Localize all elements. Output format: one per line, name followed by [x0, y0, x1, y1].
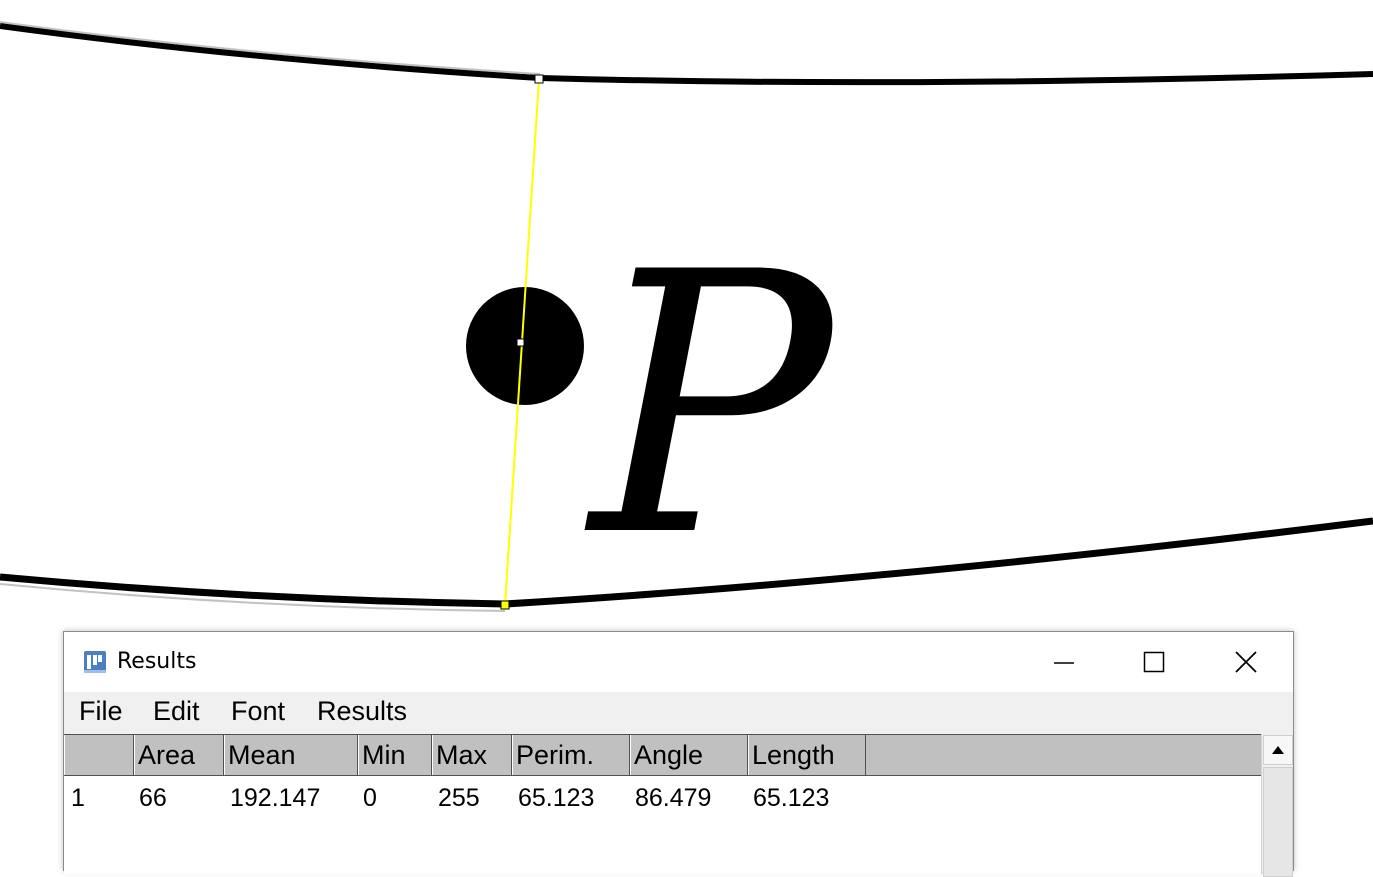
menu-results[interactable]: Results [317, 696, 407, 727]
line-handle-mid[interactable] [516, 338, 525, 347]
menu-edit[interactable]: Edit [153, 696, 200, 727]
window-title: Results [117, 649, 197, 674]
cell-min: 0 [363, 784, 377, 812]
menu-file[interactable]: File [79, 696, 123, 727]
upper-curve [0, 23, 1373, 86]
cell-index: 1 [71, 784, 85, 812]
column-header-index[interactable] [64, 735, 134, 775]
arrow-up-icon [1272, 746, 1284, 754]
close-button[interactable] [1206, 632, 1286, 692]
cell-perim: 65.123 [518, 784, 595, 812]
cell-length: 65.123 [753, 784, 830, 812]
column-header-length[interactable]: Length [748, 735, 866, 775]
results-window: Results File Edit Font Results Area Mean… [63, 631, 1294, 877]
imagej-icon [84, 651, 106, 673]
menu-font[interactable]: Font [231, 696, 285, 727]
column-header-perim[interactable]: Perim. [512, 735, 630, 775]
cell-mean: 192.147 [230, 784, 321, 812]
minimize-button[interactable] [1024, 632, 1104, 692]
column-header-area[interactable]: Area [134, 735, 224, 775]
cell-angle: 86.479 [635, 784, 712, 812]
minimize-icon [1054, 662, 1074, 664]
title-bar[interactable]: Results [64, 632, 1293, 692]
menu-bar: File Edit Font Results [64, 692, 1293, 734]
letter-p: P [584, 196, 837, 615]
cell-max: 255 [438, 784, 480, 812]
results-table[interactable]: Area Mean Min Max Perim. Angle Length 1 … [64, 734, 1261, 874]
scroll-up-button[interactable] [1263, 735, 1293, 765]
maximize-icon [1143, 651, 1165, 673]
vertical-scrollbar[interactable] [1261, 734, 1293, 877]
close-icon [1235, 651, 1257, 673]
column-header-mean[interactable]: Mean [224, 735, 358, 775]
column-header-min[interactable]: Min [358, 735, 432, 775]
cell-area: 66 [139, 784, 167, 812]
scroll-thumb[interactable] [1263, 767, 1293, 877]
column-header-max[interactable]: Max [432, 735, 512, 775]
line-handle-end[interactable] [500, 600, 510, 610]
column-header-angle[interactable]: Angle [630, 735, 748, 775]
maximize-button[interactable] [1114, 632, 1194, 692]
line-handle-start[interactable] [534, 74, 544, 84]
table-header: Area Mean Min Max Perim. Angle Length [64, 734, 1261, 776]
